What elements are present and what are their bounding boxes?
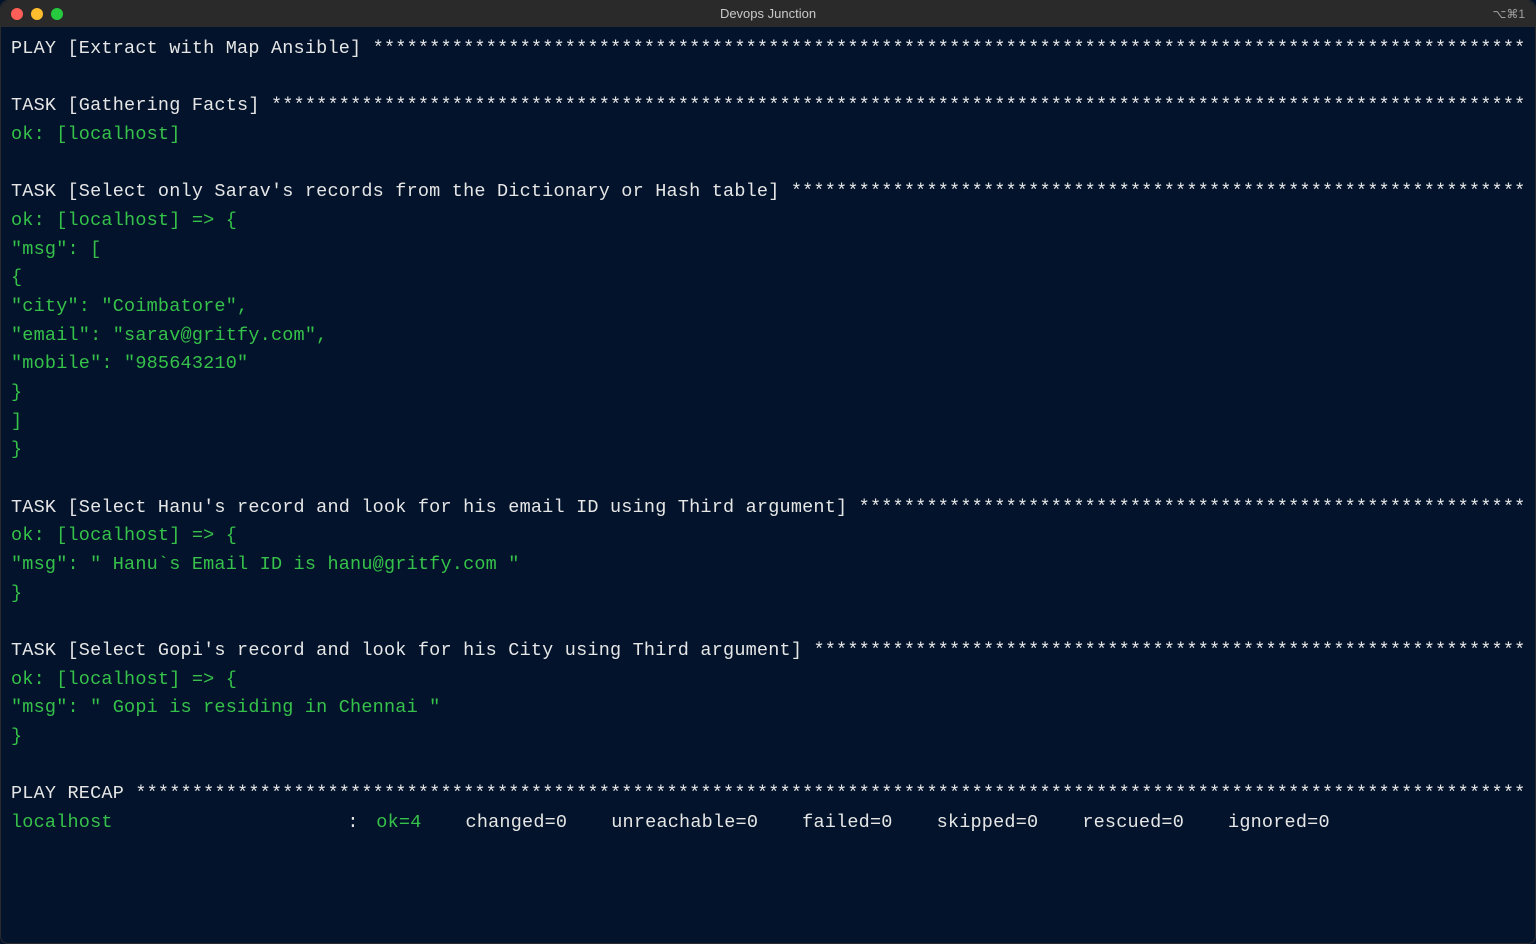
recap-rescued: rescued=0	[1082, 809, 1184, 838]
terminal-line: PLAY [Extract with Map Ansible] ********…	[11, 35, 1525, 64]
terminal-line: "msg": [	[11, 236, 1525, 265]
task-header: TASK [Select Hanu's record and look for …	[11, 497, 859, 518]
terminal-line: "email": "sarav@gritfy.com",	[11, 322, 1525, 351]
header-stars: ****************************************…	[271, 95, 1525, 116]
task-body-line: "msg": " Hanu`s Email ID is hanu@gritfy.…	[11, 554, 520, 575]
task-body-line: }	[11, 439, 22, 460]
terminal-line: "mobile": "985643210"	[11, 350, 1525, 379]
terminal-output[interactable]: PLAY [Extract with Map Ansible] ********…	[1, 27, 1535, 943]
header-stars: ****************************************…	[373, 38, 1525, 59]
task-body-line: }	[11, 583, 22, 604]
terminal-line: ok: [localhost]	[11, 121, 1525, 150]
task-status: ok: [localhost]	[11, 124, 181, 145]
task-status: ok: [localhost] => {	[11, 210, 237, 231]
blank-line	[11, 465, 1525, 494]
task-body-line: }	[11, 726, 22, 747]
blank-line	[11, 64, 1525, 93]
terminal-line: }	[11, 436, 1525, 465]
terminal-line: TASK [Select Hanu's record and look for …	[11, 494, 1525, 523]
task-status: ok: [localhost] => {	[11, 525, 237, 546]
recap-colon: :	[341, 809, 365, 838]
recap-changed: changed=0	[466, 809, 568, 838]
header-stars: ****************************************…	[135, 783, 1525, 804]
terminal-line: TASK [Select only Sarav's records from t…	[11, 178, 1525, 207]
recap-cells: ok=4 changed=0 unreachable=0 failed=0 skippe…	[365, 809, 1330, 838]
blank-line	[11, 150, 1525, 179]
terminal-line: ok: [localhost] => {	[11, 666, 1525, 695]
recap-skipped: skipped=0	[937, 809, 1039, 838]
task-body-line: ]	[11, 411, 22, 432]
titlebar-shortcut: ⌥⌘1	[1492, 5, 1525, 24]
titlebar[interactable]: Devops Junction ⌥⌘1	[1, 1, 1535, 27]
terminal-line: }	[11, 379, 1525, 408]
header-stars: ****************************************…	[813, 640, 1525, 661]
task-status: ok: [localhost] => {	[11, 669, 237, 690]
window-title: Devops Junction	[1, 4, 1535, 24]
task-body-line: }	[11, 382, 22, 403]
task-header: TASK [Gathering Facts]	[11, 95, 271, 116]
terminal-line: ok: [localhost] => {	[11, 522, 1525, 551]
play-header: PLAY [Extract with Map Ansible]	[11, 38, 373, 59]
task-body-line: "mobile": "985643210"	[11, 353, 248, 374]
recap-unreachable: unreachable=0	[611, 809, 758, 838]
header-stars: ****************************************…	[791, 181, 1525, 202]
terminal-window: Devops Junction ⌥⌘1 PLAY [Extract with M…	[0, 0, 1536, 944]
terminal-line: TASK [Gathering Facts] *****************…	[11, 92, 1525, 121]
task-body-line: "email": "sarav@gritfy.com",	[11, 325, 327, 346]
terminal-line: {	[11, 264, 1525, 293]
terminal-line: "msg": " Gopi is residing in Chennai "	[11, 694, 1525, 723]
terminal-line: ]	[11, 408, 1525, 437]
task-body-line: "msg": [	[11, 239, 101, 260]
play-recap-header: PLAY RECAP	[11, 783, 135, 804]
play-recap-row: localhost: ok=4 changed=0 unreachable=0 fai…	[11, 809, 1525, 838]
terminal-line: }	[11, 580, 1525, 609]
task-header: TASK [Select Gopi's record and look for …	[11, 640, 813, 661]
task-body-line: {	[11, 267, 22, 288]
task-body-line: "city": "Coimbatore",	[11, 296, 248, 317]
blank-line	[11, 752, 1525, 781]
terminal-line: PLAY RECAP *****************************…	[11, 780, 1525, 809]
terminal-line: "msg": " Hanu`s Email ID is hanu@gritfy.…	[11, 551, 1525, 580]
task-body-line: "msg": " Gopi is residing in Chennai "	[11, 697, 440, 718]
terminal-line: "city": "Coimbatore",	[11, 293, 1525, 322]
recap-ok: ok=4	[365, 809, 422, 838]
terminal-line: TASK [Select Gopi's record and look for …	[11, 637, 1525, 666]
recap-failed: failed=0	[802, 809, 892, 838]
recap-ignored: ignored=0	[1228, 809, 1330, 838]
terminal-line: ok: [localhost] => {	[11, 207, 1525, 236]
recap-host: localhost	[11, 809, 341, 838]
task-header: TASK [Select only Sarav's records from t…	[11, 181, 791, 202]
terminal-line: }	[11, 723, 1525, 752]
header-stars: ****************************************…	[859, 497, 1525, 518]
blank-line	[11, 608, 1525, 637]
